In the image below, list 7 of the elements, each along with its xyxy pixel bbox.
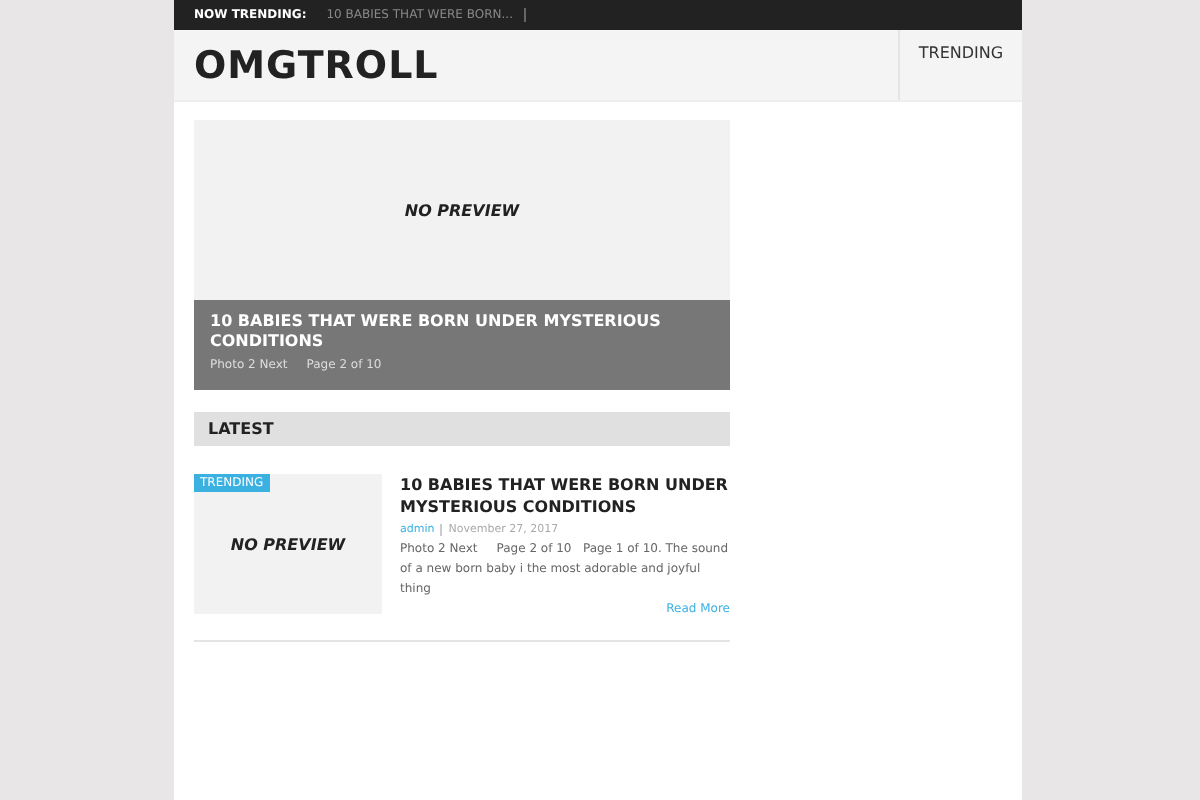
post-title[interactable]: 10 BABIES THAT WERE BORN UNDER MYSTERIOUS CONDITIONS: [400, 474, 730, 518]
featured-title[interactable]: 10 BABIES THAT WERE BORN UNDER MYSTERIOUS CONDITIONS: [210, 312, 714, 352]
nav-item[interactable]: TRENDING: [918, 44, 1004, 100]
section-title: LATEST: [208, 420, 274, 438]
no-preview-text: NO PREVIEW: [404, 201, 520, 219]
no-preview-text: NO PREVIEW: [230, 535, 346, 553]
site-title[interactable]: OMGTROLL: [194, 44, 439, 100]
